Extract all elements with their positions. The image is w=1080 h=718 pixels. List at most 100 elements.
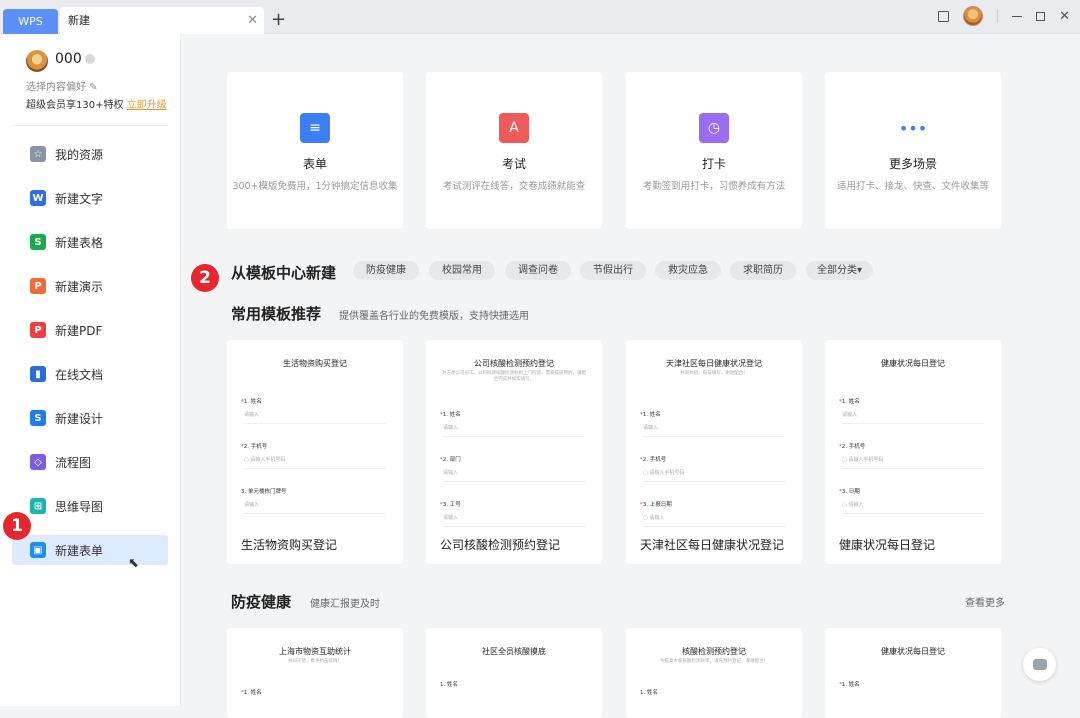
sidebar-item-label: 在线文档 xyxy=(55,367,104,382)
quick-card-subtitle: 考勤签到用打卡，习惯养成有方法 xyxy=(642,181,786,192)
sidebar-item-ppt[interactable]: P 新建演示 xyxy=(12,271,168,301)
quick-card-title: 考试 xyxy=(501,157,526,171)
template-card[interactable]: 公司核酸检测预约登记为方便公司员工，公司拟请核酸检测机构上门检测，需要提前预约，… xyxy=(426,340,602,564)
template-card[interactable]: 天津社区每日健康状况登记 共同抗疫，每日填写，谢谢配合！ *1. 姓名 请输入 *2. … xyxy=(626,340,802,564)
form-field-input-preview: 请输入 xyxy=(443,514,585,527)
see-more-link[interactable]: 查看更多 xyxy=(965,594,1005,609)
field-label-text: 1. 姓名 xyxy=(642,412,661,418)
vip-text: 超级会员享130+特权 xyxy=(26,100,124,111)
new-tab-button[interactable]: + xyxy=(271,9,286,31)
form-icon: ≡ xyxy=(300,113,330,143)
template-name: 天津社区每日健康状况登记 xyxy=(640,538,785,552)
health-template-card[interactable]: 上海市物资互助统计 共同守望，携手抗击疫情！ *1. 姓名 xyxy=(227,628,403,718)
recommended-title: 常用模板推荐 xyxy=(231,305,322,323)
health-template-card[interactable]: 核酸检测预约登记 为提高大家核酸检测效率，请先预约登记，谢谢配合！ 1. 姓名 xyxy=(626,628,802,718)
form-preview-subtitle: 为提高大家核酸检测效率，请先预约登记，谢谢配合！ xyxy=(660,659,768,664)
quick-card-title: 表单 xyxy=(302,157,327,171)
sidebar-item-word[interactable]: W 新建文字 xyxy=(12,183,168,213)
recommended-subtitle: 提供覆盖各行业的免费模版，支持快捷选用 xyxy=(339,311,529,322)
health-template-card[interactable]: 社区全员核酸摸底 1. 姓名 xyxy=(426,628,602,718)
pdf-icon: P xyxy=(30,322,46,338)
sidebar-item-form[interactable]: ▣ 新建表单 xyxy=(12,535,168,565)
close-window-icon[interactable]: ✕ xyxy=(1059,9,1070,24)
category-pill[interactable]: 校园常用 xyxy=(429,261,495,280)
form-field-label: *2. 手机号 xyxy=(640,455,666,463)
form-field-label: *1. 姓名 xyxy=(241,397,262,405)
form-preview-title: 健康状况每日登记 xyxy=(881,647,945,656)
user-avatar[interactable] xyxy=(26,50,48,72)
minimize-icon[interactable] xyxy=(1012,15,1023,17)
upgrade-link[interactable]: 立即升级 xyxy=(127,100,167,111)
sidebar-item-label: 新建设计 xyxy=(55,411,104,426)
form-preview-subtitle: 为方便公司员工，公司拟请核酸检测机构上门检测，需要提前预约，请配合完成并如实填写… xyxy=(442,371,586,382)
tab-new[interactable]: 新建 ✕ xyxy=(60,7,264,34)
field-label-text: 1. 姓名 xyxy=(442,412,461,418)
category-pill[interactable]: 全部分类▾ xyxy=(806,261,873,280)
cloud-doc-icon: ▮ xyxy=(30,366,46,382)
field-label-text: 3. 单元楼栋门牌号 xyxy=(241,489,287,495)
field-label-text: 1. 姓名 xyxy=(841,399,860,405)
form-preview-subtitle: 共同守望，携手抗击疫情！ xyxy=(288,659,342,664)
form-field-label: *1. 姓名 xyxy=(839,397,860,405)
more-icon: ••• xyxy=(898,118,928,138)
field-label-text: 1. 姓名 xyxy=(243,399,262,405)
word-icon: W xyxy=(30,190,46,206)
feedback-chat-button[interactable] xyxy=(1023,648,1056,681)
form-field-input-preview: 请输入 xyxy=(443,469,585,482)
flowchart-icon: ◇ xyxy=(30,454,46,470)
form-field-label: *3. 日期 xyxy=(839,487,860,495)
template-card[interactable]: 健康状况每日登记 *1. 姓名 请输入 *2. 手机号 ▢ 请输入手机号码 *3. 日期 ▢… xyxy=(825,340,1001,564)
form-field-label: 1. 姓名 xyxy=(440,680,458,688)
category-pill[interactable]: 节假出行 xyxy=(580,261,646,280)
form-field-label: *1. 姓名 xyxy=(640,410,661,418)
sidebar-item-design[interactable]: S 新建设计 xyxy=(12,403,168,433)
sidebar-item-label: 新建表格 xyxy=(55,235,104,250)
sidebar-item-mindmap[interactable]: ⊞ 思维导图 xyxy=(12,491,168,521)
form-field-input-preview: 请输入 xyxy=(643,424,785,437)
form-field-label: *1. 姓名 xyxy=(440,410,461,418)
field-label-text: 1. 姓名 xyxy=(440,682,458,688)
quick-card-3[interactable]: ••• 更多场景 适用打卡、接龙、快查、文件收集等 xyxy=(825,72,1001,229)
sidebar-item-flowchart[interactable]: ◇ 流程图 xyxy=(12,447,168,477)
category-pill[interactable]: 调查问卷 xyxy=(505,261,571,280)
user-name[interactable]: 000 xyxy=(55,51,95,67)
vip-promo: 超级会员享130+特权 立即升级 xyxy=(26,96,167,111)
quick-card-title: 打卡 xyxy=(701,157,726,171)
account-avatar[interactable] xyxy=(963,6,984,26)
design-icon: S xyxy=(30,410,46,426)
close-tab-icon[interactable]: ✕ xyxy=(247,7,258,34)
form-field-label: *1. 姓名 xyxy=(241,688,262,696)
form-preview-title: 健康状况每日登记 xyxy=(881,359,945,368)
sidebar-item-star[interactable]: ☆ 我的资源 xyxy=(12,139,168,169)
field-label-text: 1. 姓名 xyxy=(640,690,658,696)
ppt-icon: P xyxy=(30,278,46,294)
sidebar-item-sheet[interactable]: S 新建表格 xyxy=(12,227,168,257)
field-label-text: 2. 手机号 xyxy=(841,444,866,450)
quick-card-0[interactable]: ≡ 表单 300+模版免费用，1分钟搞定信息收集 xyxy=(227,72,403,229)
sidebar-item-pdf[interactable]: P 新建PDF xyxy=(12,315,168,345)
template-name: 公司核酸检测预约登记 xyxy=(440,538,561,552)
category-pill[interactable]: 防疫健康 xyxy=(353,261,419,280)
category-pill[interactable]: 救灾应急 xyxy=(655,261,721,280)
form-field-label: *1. 姓名 xyxy=(839,680,860,688)
field-label-text: 3. 工号 xyxy=(442,502,461,508)
field-label-text: 3. 上报日期 xyxy=(642,502,672,508)
layout-toggle-icon[interactable] xyxy=(938,10,950,22)
template-name: 生活物资购买登记 xyxy=(241,538,338,552)
quick-card-2[interactable]: ◷ 打卡考勤签到用打卡，习惯养成有方法 xyxy=(626,72,802,229)
clock-in-icon: ◷ xyxy=(699,113,729,143)
health-template-card[interactable]: 健康状况每日登记 *1. 姓名 xyxy=(825,628,1001,718)
content-preference-link[interactable]: 选择内容偏好 ✎ xyxy=(26,78,98,93)
star-icon: ☆ xyxy=(30,146,46,162)
form-preview-title: 公司核酸检测预约登记 xyxy=(474,359,554,368)
form-preview-title: 社区全员核酸摸底 xyxy=(482,647,546,656)
quick-card-1[interactable]: A 考试 考试测评在线答，交卷成绩就能查 xyxy=(426,72,602,229)
wps-home-tab[interactable]: WPS xyxy=(3,9,58,34)
template-card[interactable]: 生活物资购买登记 *1. 姓名 请输入 *2. 手机号 ▢ 请输入手机号码 3. 单元楼栋… xyxy=(227,340,403,564)
form-field-input-preview: ▢ 请输入手机号码 xyxy=(842,456,984,469)
sidebar-item-label: 流程图 xyxy=(55,455,92,470)
category-pill[interactable]: 求职简历 xyxy=(730,261,796,280)
sidebar-item-cloud-doc[interactable]: ▮ 在线文档 xyxy=(12,359,168,389)
form-field-label: 3. 单元楼栋门牌号 xyxy=(241,487,287,495)
maximize-icon[interactable] xyxy=(1036,11,1046,21)
